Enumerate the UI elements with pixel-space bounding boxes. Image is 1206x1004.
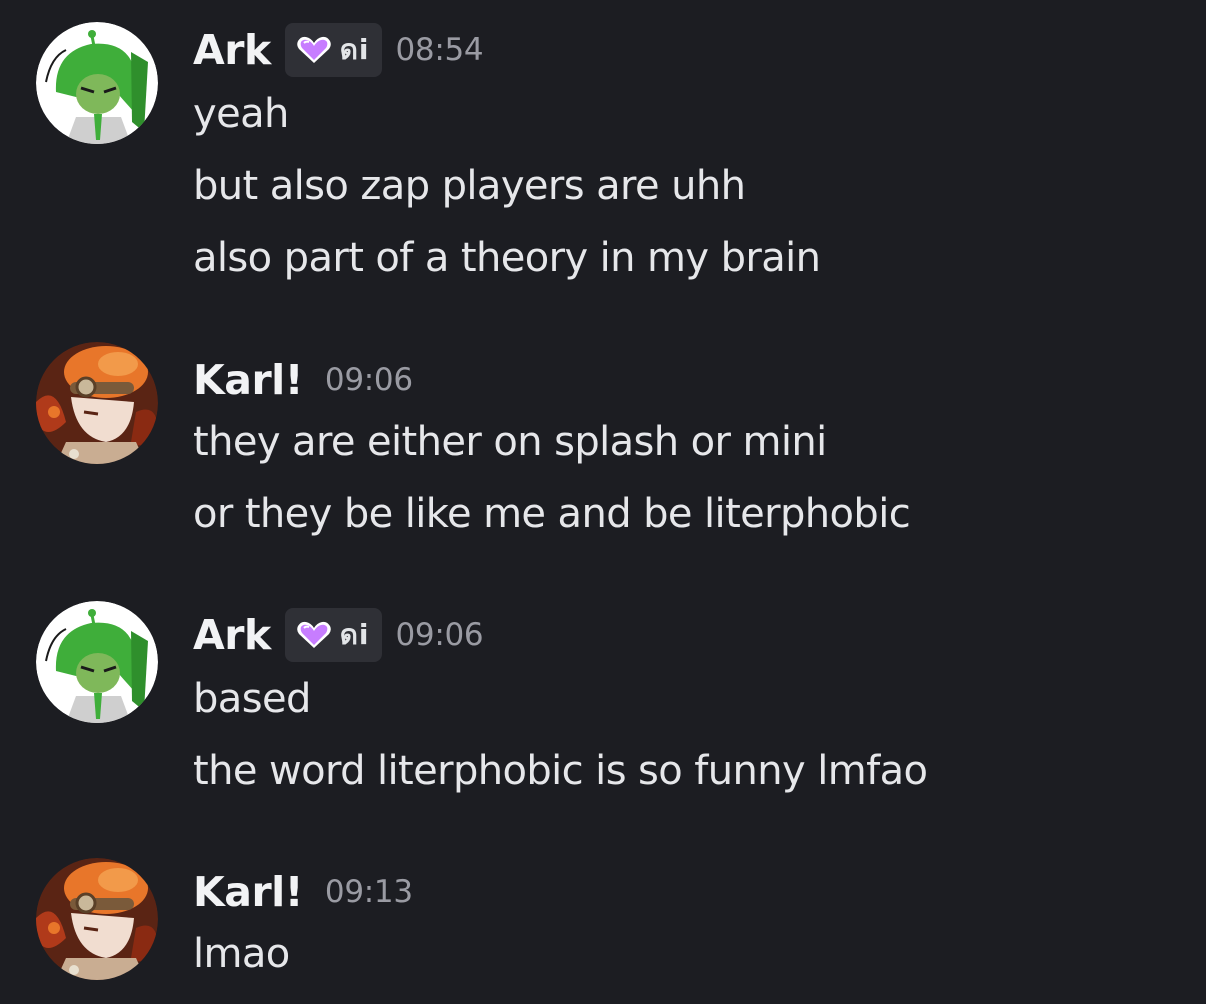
purple-heart-icon	[296, 36, 331, 63]
message-text: based	[193, 676, 311, 722]
green-haired-character-avatar	[36, 22, 158, 144]
server-tag-text: ดi	[339, 33, 370, 66]
message-text: or they be like me and be literphobic	[193, 491, 911, 537]
message-text: but also zap players are uhh	[193, 163, 746, 209]
purple-heart-icon	[296, 621, 331, 648]
server-tag-text: ดi	[339, 618, 370, 651]
server-tag[interactable]: ดi	[284, 23, 382, 77]
message-group: Ark ดi 09:06 based the word literphobic …	[0, 601, 1206, 797]
username[interactable]: Karl!	[193, 868, 303, 916]
message-header: Karl! 09:06	[193, 352, 413, 408]
username[interactable]: Ark	[193, 26, 271, 74]
message-header: Ark ดi 09:06	[193, 607, 484, 663]
username[interactable]: Ark	[193, 611, 271, 659]
message-text: the word literphobic is so funny lmfao	[193, 748, 928, 794]
user-avatar[interactable]	[36, 22, 158, 144]
chat-message-list: Ark ดi 08:54 yeah but also zap players a…	[0, 0, 1206, 1004]
user-avatar[interactable]	[36, 342, 158, 464]
message-timestamp[interactable]: 08:54	[396, 32, 484, 68]
message-text: lmao	[193, 931, 290, 977]
green-haired-character-avatar	[36, 601, 158, 723]
username[interactable]: Karl!	[193, 356, 303, 404]
message-group: Ark ดi 08:54 yeah but also zap players a…	[0, 22, 1206, 282]
message-header: Karl! 09:13	[193, 864, 413, 920]
message-text: also part of a theory in my brain	[193, 235, 821, 281]
message-timestamp[interactable]: 09:06	[396, 617, 484, 653]
message-group: Karl! 09:06 they are either on splash or…	[0, 342, 1206, 542]
orange-hat-character-avatar	[36, 858, 158, 980]
message-timestamp[interactable]: 09:06	[325, 362, 413, 398]
message-group: Karl! 09:13 lmao	[0, 858, 1206, 984]
user-avatar[interactable]	[36, 858, 158, 980]
message-header: Ark ดi 08:54	[193, 22, 484, 78]
server-tag[interactable]: ดi	[284, 608, 382, 662]
user-avatar[interactable]	[36, 601, 158, 723]
orange-hat-character-avatar	[36, 342, 158, 464]
message-timestamp[interactable]: 09:13	[325, 874, 413, 910]
message-text: they are either on splash or mini	[193, 419, 827, 465]
message-text: yeah	[193, 91, 289, 137]
